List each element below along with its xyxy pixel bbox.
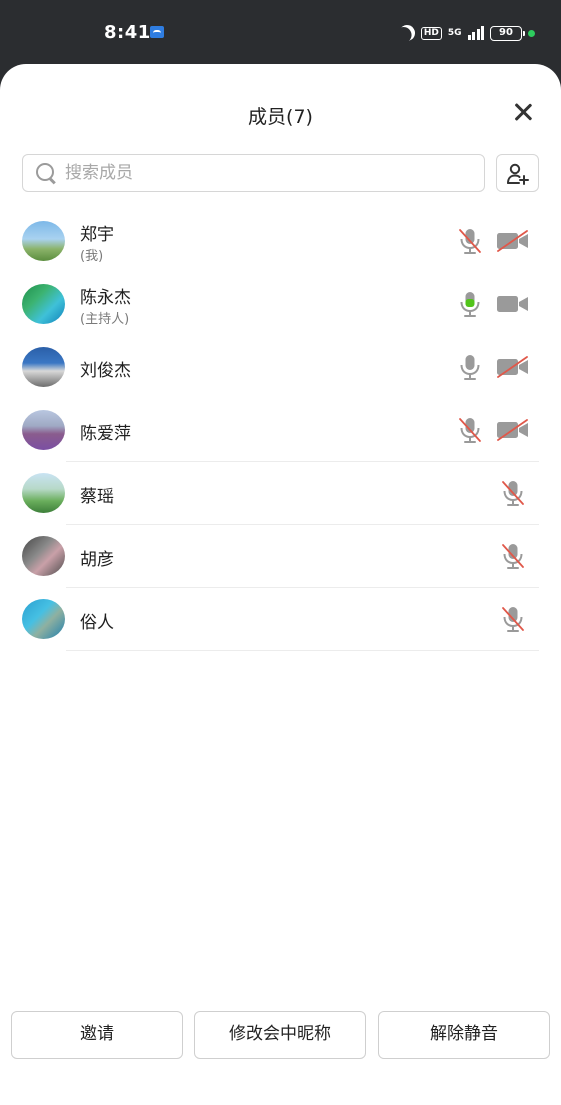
- member-role-label: (主持人): [80, 312, 130, 327]
- mic-muted-icon[interactable]: [500, 605, 526, 633]
- mic-muted-icon[interactable]: [457, 416, 483, 444]
- camera-off-icon[interactable]: [496, 355, 530, 379]
- add-member-button[interactable]: [496, 154, 539, 192]
- member-name: 蔡瑶: [80, 487, 114, 507]
- battery-icon: 90: [490, 25, 525, 41]
- member-name: 陈永杰: [80, 288, 131, 308]
- member-row[interactable]: 刘俊杰: [0, 336, 561, 399]
- camera-off-icon[interactable]: [496, 418, 530, 442]
- mic-speaking-icon[interactable]: [457, 290, 483, 318]
- member-row[interactable]: 蔡瑶: [0, 462, 561, 525]
- mic-muted-icon[interactable]: [500, 542, 526, 570]
- member-list: 郑宇 (我) 陈永杰 (主持人) 刘俊杰陈爱萍蔡瑶胡彦俗人: [0, 210, 561, 651]
- avatar: [22, 221, 65, 261]
- avatar: [22, 599, 65, 639]
- privacy-indicator-dot: [528, 29, 535, 37]
- member-name: 胡彦: [80, 550, 114, 570]
- do-not-disturb-moon-icon: [396, 22, 418, 44]
- member-role-label: (我): [80, 249, 104, 264]
- status-time: 8:41: [104, 22, 151, 43]
- member-name: 俗人: [80, 613, 114, 633]
- mic-icon[interactable]: [457, 353, 483, 381]
- member-row[interactable]: 胡彦: [0, 525, 561, 588]
- member-row[interactable]: 郑宇 (我): [0, 210, 561, 273]
- mic-muted-icon[interactable]: [500, 479, 526, 507]
- add-person-icon: [507, 163, 529, 185]
- search-box[interactable]: [22, 154, 485, 192]
- member-name: 郑宇: [80, 225, 114, 245]
- network-type: 5G: [447, 27, 462, 38]
- status-indicators: HD 5G 90: [399, 22, 535, 44]
- member-row[interactable]: 陈爱萍: [0, 399, 561, 462]
- status-bar: 8:41 HD 5G 90: [0, 0, 561, 66]
- member-name: 陈爱萍: [80, 424, 131, 444]
- avatar: [22, 347, 65, 387]
- search-icon: [35, 162, 57, 184]
- member-row[interactable]: 陈永杰 (主持人): [0, 273, 561, 336]
- signal-bars-icon: [467, 26, 484, 40]
- close-icon[interactable]: [511, 100, 535, 124]
- bottom-action-bar: 邀请 修改会中昵称 解除静音: [0, 1011, 561, 1059]
- camera-off-icon[interactable]: [496, 229, 530, 253]
- camera-icon[interactable]: [496, 292, 530, 316]
- notification-app-icon: [150, 26, 164, 38]
- search-input[interactable]: [65, 163, 445, 183]
- member-row[interactable]: 俗人: [0, 588, 561, 651]
- rename-button[interactable]: 修改会中昵称: [194, 1011, 366, 1059]
- sheet-title: 成员(7): [248, 106, 313, 128]
- avatar: [22, 473, 65, 513]
- mic-muted-icon[interactable]: [457, 227, 483, 255]
- hd-badge: HD: [420, 26, 442, 40]
- unmute-all-button[interactable]: 解除静音: [378, 1011, 550, 1059]
- member-name: 刘俊杰: [80, 361, 131, 381]
- row-divider: [66, 650, 539, 651]
- avatar: [22, 410, 65, 450]
- invite-button[interactable]: 邀请: [11, 1011, 183, 1059]
- avatar: [22, 536, 65, 576]
- members-sheet: 成员(7) 郑宇 (我) 陈永杰 (主持人) 刘俊杰陈爱萍蔡瑶胡彦俗人 邀请 修改会中昵…: [0, 64, 561, 1105]
- avatar: [22, 284, 65, 324]
